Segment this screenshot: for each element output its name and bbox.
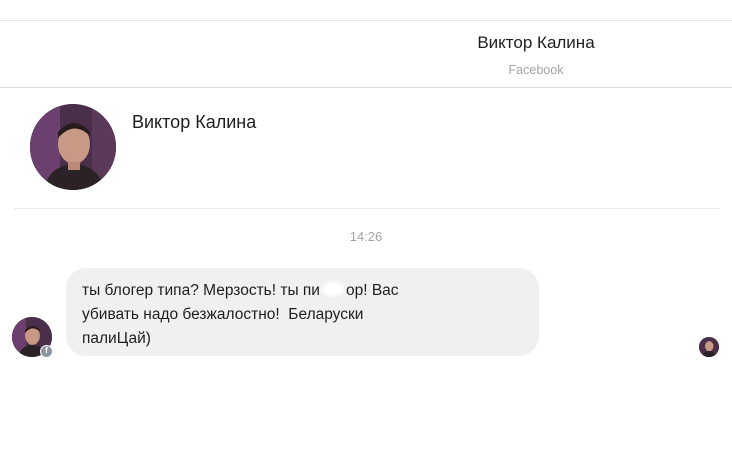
contact-avatar[interactable]	[30, 104, 116, 190]
message-bubble[interactable]: ты блогер типа? Мерзость! ты пи ор! Вас у…	[66, 268, 539, 356]
messenger-conversation: Виктор Калина Facebook Виктор Калина 14:…	[0, 0, 732, 459]
message-text-part: ты блогер типа? Мерзость! ты пи	[82, 282, 320, 299]
censor-blur	[319, 280, 346, 298]
message-text-part: ор! Вас	[345, 282, 399, 299]
profile-name[interactable]: Виктор Калина	[132, 112, 256, 133]
header-source-label: Facebook	[508, 63, 564, 77]
message-timestamp: 14:26	[349, 229, 383, 244]
header-contact-name[interactable]: Виктор Калина	[456, 33, 616, 53]
conversation-header: Виктор Калина Facebook	[0, 20, 732, 88]
message-line: ты блогер типа? Мерзость! ты пи ор! Вас	[82, 279, 523, 303]
divider	[14, 208, 720, 209]
facebook-badge-icon: f	[40, 345, 53, 358]
user-avatar-photo-icon	[30, 104, 116, 190]
message-line: убивать надо безжалостно! Беларуски	[82, 306, 364, 323]
message-line: палиЦай)	[82, 330, 151, 347]
contact-profile: Виктор Калина	[0, 88, 732, 210]
user-avatar-photo-icon	[699, 337, 719, 357]
read-receipt-avatar	[699, 337, 719, 357]
